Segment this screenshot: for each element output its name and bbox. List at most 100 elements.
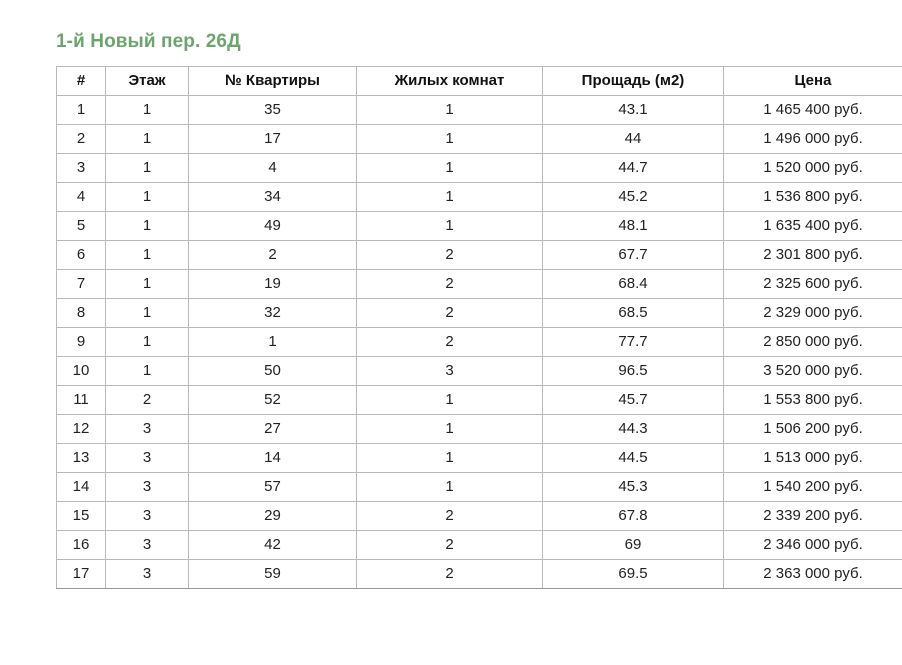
cell-floor: 3 — [105, 472, 189, 502]
table-row: 1 1 35 1 43.1 1 465 400 руб. — [56, 95, 902, 125]
table-row: 16 3 42 2 69 2 346 000 руб. — [56, 530, 902, 560]
table-row: 10 1 50 3 96.5 3 520 000 руб. — [56, 356, 902, 386]
cell-index: 17 — [56, 559, 106, 589]
cell-rooms: 2 — [356, 240, 543, 270]
cell-floor: 2 — [105, 385, 189, 415]
cell-area: 44.3 — [542, 414, 724, 444]
table-row: 5 1 49 1 48.1 1 635 400 руб. — [56, 211, 902, 241]
cell-price: 2 850 000 руб. — [723, 327, 902, 357]
apartments-table: # Этаж № Квартиры Жилых комнат Прощадь (… — [56, 66, 902, 589]
cell-apartment-number: 42 — [188, 530, 357, 560]
cell-floor: 1 — [105, 298, 189, 328]
cell-index: 12 — [56, 414, 106, 444]
cell-price: 1 553 800 руб. — [723, 385, 902, 415]
cell-price: 2 339 200 руб. — [723, 501, 902, 531]
cell-rooms: 1 — [356, 385, 543, 415]
cell-apartment-number: 50 — [188, 356, 357, 386]
cell-price: 1 520 000 руб. — [723, 153, 902, 183]
header-area: Прощадь (м2) — [542, 66, 724, 96]
cell-area: 44.5 — [542, 443, 724, 473]
cell-area: 44.7 — [542, 153, 724, 183]
cell-area: 48.1 — [542, 211, 724, 241]
cell-floor: 1 — [105, 124, 189, 154]
cell-apartment-number: 32 — [188, 298, 357, 328]
cell-area: 68.4 — [542, 269, 724, 299]
cell-area: 67.7 — [542, 240, 724, 270]
cell-index: 2 — [56, 124, 106, 154]
cell-price: 2 329 000 руб. — [723, 298, 902, 328]
table-row: 12 3 27 1 44.3 1 506 200 руб. — [56, 414, 902, 444]
cell-price: 1 465 400 руб. — [723, 95, 902, 125]
cell-rooms: 1 — [356, 95, 543, 125]
cell-rooms: 2 — [356, 501, 543, 531]
cell-floor: 3 — [105, 443, 189, 473]
cell-floor: 1 — [105, 356, 189, 386]
cell-area: 43.1 — [542, 95, 724, 125]
cell-floor: 1 — [105, 211, 189, 241]
cell-apartment-number: 49 — [188, 211, 357, 241]
cell-floor: 1 — [105, 327, 189, 357]
cell-index: 4 — [56, 182, 106, 212]
cell-floor: 1 — [105, 95, 189, 125]
cell-price: 1 496 000 руб. — [723, 124, 902, 154]
cell-area: 77.7 — [542, 327, 724, 357]
cell-area: 69.5 — [542, 559, 724, 589]
cell-apartment-number: 57 — [188, 472, 357, 502]
cell-rooms: 3 — [356, 356, 543, 386]
table-row: 13 3 14 1 44.5 1 513 000 руб. — [56, 443, 902, 473]
cell-price: 1 513 000 руб. — [723, 443, 902, 473]
table-row: 17 3 59 2 69.5 2 363 000 руб. — [56, 559, 902, 589]
header-apartment-number: № Квартиры — [188, 66, 357, 96]
cell-apartment-number: 14 — [188, 443, 357, 473]
cell-apartment-number: 1 — [188, 327, 357, 357]
cell-floor: 1 — [105, 240, 189, 270]
cell-area: 69 — [542, 530, 724, 560]
cell-index: 16 — [56, 530, 106, 560]
cell-price: 3 520 000 руб. — [723, 356, 902, 386]
table-row: 11 2 52 1 45.7 1 553 800 руб. — [56, 385, 902, 415]
header-index: # — [56, 66, 106, 96]
cell-rooms: 1 — [356, 182, 543, 212]
cell-apartment-number: 34 — [188, 182, 357, 212]
cell-area: 44 — [542, 124, 724, 154]
cell-apartment-number: 59 — [188, 559, 357, 589]
cell-area: 68.5 — [542, 298, 724, 328]
cell-rooms: 2 — [356, 269, 543, 299]
cell-apartment-number: 4 — [188, 153, 357, 183]
cell-rooms: 1 — [356, 153, 543, 183]
cell-index: 10 — [56, 356, 106, 386]
cell-area: 45.3 — [542, 472, 724, 502]
cell-rooms: 1 — [356, 211, 543, 241]
page-title: 1-й Новый пер. 26Д — [56, 31, 241, 52]
cell-rooms: 2 — [356, 327, 543, 357]
cell-price: 1 536 800 руб. — [723, 182, 902, 212]
cell-floor: 1 — [105, 182, 189, 212]
cell-price: 2 363 000 руб. — [723, 559, 902, 589]
header-price: Цена — [723, 66, 902, 96]
cell-price: 2 346 000 руб. — [723, 530, 902, 560]
cell-index: 9 — [56, 327, 106, 357]
header-rooms: Жилых комнат — [356, 66, 543, 96]
cell-apartment-number: 29 — [188, 501, 357, 531]
header-floor: Этаж — [105, 66, 189, 96]
cell-apartment-number: 19 — [188, 269, 357, 299]
cell-area: 45.2 — [542, 182, 724, 212]
cell-index: 8 — [56, 298, 106, 328]
table-row: 14 3 57 1 45.3 1 540 200 руб. — [56, 472, 902, 502]
cell-index: 15 — [56, 501, 106, 531]
cell-rooms: 2 — [356, 530, 543, 560]
table-body: 1 1 35 1 43.1 1 465 400 руб. 2 1 17 1 44 1 496 000 … — [56, 95, 902, 589]
table-row: 2 1 17 1 44 1 496 000 руб. — [56, 124, 902, 154]
cell-index: 14 — [56, 472, 106, 502]
cell-area: 67.8 — [542, 501, 724, 531]
cell-area: 45.7 — [542, 385, 724, 415]
table-header-row: # Этаж № Квартиры Жилых комнат Прощадь (… — [56, 66, 902, 96]
cell-index: 11 — [56, 385, 106, 415]
cell-price: 1 540 200 руб. — [723, 472, 902, 502]
cell-index: 7 — [56, 269, 106, 299]
cell-floor: 3 — [105, 501, 189, 531]
cell-floor: 3 — [105, 530, 189, 560]
cell-floor: 3 — [105, 559, 189, 589]
cell-rooms: 1 — [356, 124, 543, 154]
cell-apartment-number: 27 — [188, 414, 357, 444]
